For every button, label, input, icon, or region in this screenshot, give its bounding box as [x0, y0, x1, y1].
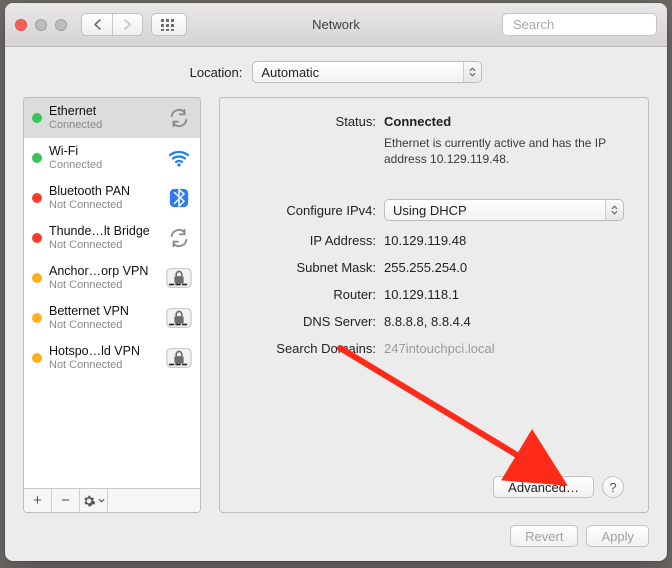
- service-state: Not Connected: [49, 239, 159, 252]
- service-item[interactable]: Anchor…orp VPNNot Connected: [24, 258, 200, 298]
- apply-button[interactable]: Apply: [586, 525, 649, 547]
- status-dot: [32, 353, 42, 363]
- revert-button[interactable]: Revert: [510, 525, 578, 547]
- gear-icon: [82, 494, 96, 508]
- service-item[interactable]: Betternet VPNNot Connected: [24, 298, 200, 338]
- help-button[interactable]: ?: [602, 476, 624, 498]
- chevron-right-icon: [123, 19, 132, 30]
- nav-segmented: [81, 13, 143, 36]
- back-button[interactable]: [82, 14, 112, 35]
- titlebar: Network: [5, 3, 667, 47]
- dns-value: 8.8.8.8, 8.8.4.4: [384, 314, 624, 329]
- service-state: Not Connected: [49, 359, 159, 372]
- search-input[interactable]: [513, 17, 672, 32]
- preferences-window: Network Location: Automatic EthernetConn…: [5, 3, 667, 561]
- dual-pane: EthernetConnectedWi-FiConnectedBluetooth…: [23, 97, 649, 513]
- searchdomains-value: 247intouchpci.local: [384, 341, 624, 356]
- status-label: Status:: [236, 114, 376, 129]
- service-item[interactable]: Thunde…lt BridgeNot Connected: [24, 218, 200, 258]
- service-sidebar: EthernetConnectedWi-FiConnectedBluetooth…: [23, 97, 201, 513]
- status-dot: [32, 193, 42, 203]
- service-list[interactable]: EthernetConnectedWi-FiConnectedBluetooth…: [24, 98, 200, 488]
- status-subtext: Ethernet is currently active and has the…: [384, 135, 624, 167]
- service-item[interactable]: EthernetConnected: [24, 98, 200, 138]
- service-name: Hotspo…ld VPN: [49, 344, 159, 358]
- lock-icon: [166, 305, 192, 331]
- updown-icon: [463, 62, 481, 82]
- searchdomains-label: Search Domains:: [236, 341, 376, 356]
- ip-value: 10.129.119.48: [384, 233, 624, 248]
- status-dot: [32, 153, 42, 163]
- content: Location: Automatic EthernetConnectedWi-…: [5, 47, 667, 561]
- router-label: Router:: [236, 287, 376, 302]
- ip-label: IP Address:: [236, 233, 376, 248]
- detail-panel: Status: Connected Ethernet is currently …: [219, 97, 649, 513]
- service-name: Betternet VPN: [49, 304, 159, 318]
- service-state: Connected: [49, 159, 159, 172]
- service-state: Connected: [49, 119, 159, 132]
- status-dot: [32, 313, 42, 323]
- dns-label: DNS Server:: [236, 314, 376, 329]
- add-service-button[interactable]: +: [24, 489, 52, 512]
- minimize-window-button[interactable]: [35, 19, 47, 31]
- service-item[interactable]: Hotspo…ld VPNNot Connected: [24, 338, 200, 378]
- bt-icon: [166, 185, 192, 211]
- chevron-down-icon: [98, 498, 105, 503]
- status-dot: [32, 233, 42, 243]
- remove-service-button[interactable]: −: [52, 489, 80, 512]
- configure-ipv4-select[interactable]: Using DHCP: [384, 199, 624, 221]
- service-state: Not Connected: [49, 199, 159, 212]
- service-name: Bluetooth PAN: [49, 184, 159, 198]
- wifi-icon: [166, 145, 192, 171]
- lock-icon: [166, 265, 192, 291]
- status-dot: [32, 273, 42, 283]
- subnet-value: 255.255.254.0: [384, 260, 624, 275]
- show-all-button[interactable]: [151, 13, 187, 36]
- zoom-window-button[interactable]: [55, 19, 67, 31]
- sync-icon: [166, 105, 192, 131]
- lock-icon: [166, 345, 192, 371]
- close-window-button[interactable]: [15, 19, 27, 31]
- location-row: Location: Automatic: [23, 61, 649, 87]
- service-item[interactable]: Wi-FiConnected: [24, 138, 200, 178]
- annotation-arrow: [330, 338, 590, 498]
- location-value: Automatic: [261, 65, 319, 80]
- detail-grid: Status: Connected Ethernet is currently …: [236, 114, 624, 356]
- service-state: Not Connected: [49, 319, 159, 332]
- chevron-left-icon: [93, 19, 102, 30]
- service-name: Ethernet: [49, 104, 159, 118]
- panel-footer: Advanced… ?: [236, 476, 624, 498]
- advanced-button[interactable]: Advanced…: [493, 476, 594, 498]
- status-dot: [32, 113, 42, 123]
- service-name: Wi-Fi: [49, 144, 159, 158]
- status-value: Connected: [384, 114, 624, 129]
- traffic-lights: [15, 19, 67, 31]
- sidebar-footer: + −: [24, 488, 200, 512]
- grid-icon: [161, 19, 177, 31]
- configure-label: Configure IPv4:: [236, 203, 376, 218]
- router-value: 10.129.118.1: [384, 287, 624, 302]
- forward-button[interactable]: [112, 14, 142, 35]
- service-name: Thunde…lt Bridge: [49, 224, 159, 238]
- service-state: Not Connected: [49, 279, 159, 292]
- service-name: Anchor…orp VPN: [49, 264, 159, 278]
- window-footer: Revert Apply: [23, 523, 649, 547]
- updown-icon: [605, 200, 623, 220]
- search-field-wrap[interactable]: [502, 13, 657, 36]
- location-label: Location:: [190, 65, 243, 80]
- subnet-label: Subnet Mask:: [236, 260, 376, 275]
- configure-value: Using DHCP: [393, 203, 467, 218]
- location-select[interactable]: Automatic: [252, 61, 482, 83]
- service-item[interactable]: Bluetooth PANNot Connected: [24, 178, 200, 218]
- sync-icon: [166, 225, 192, 251]
- service-actions-button[interactable]: [80, 489, 108, 512]
